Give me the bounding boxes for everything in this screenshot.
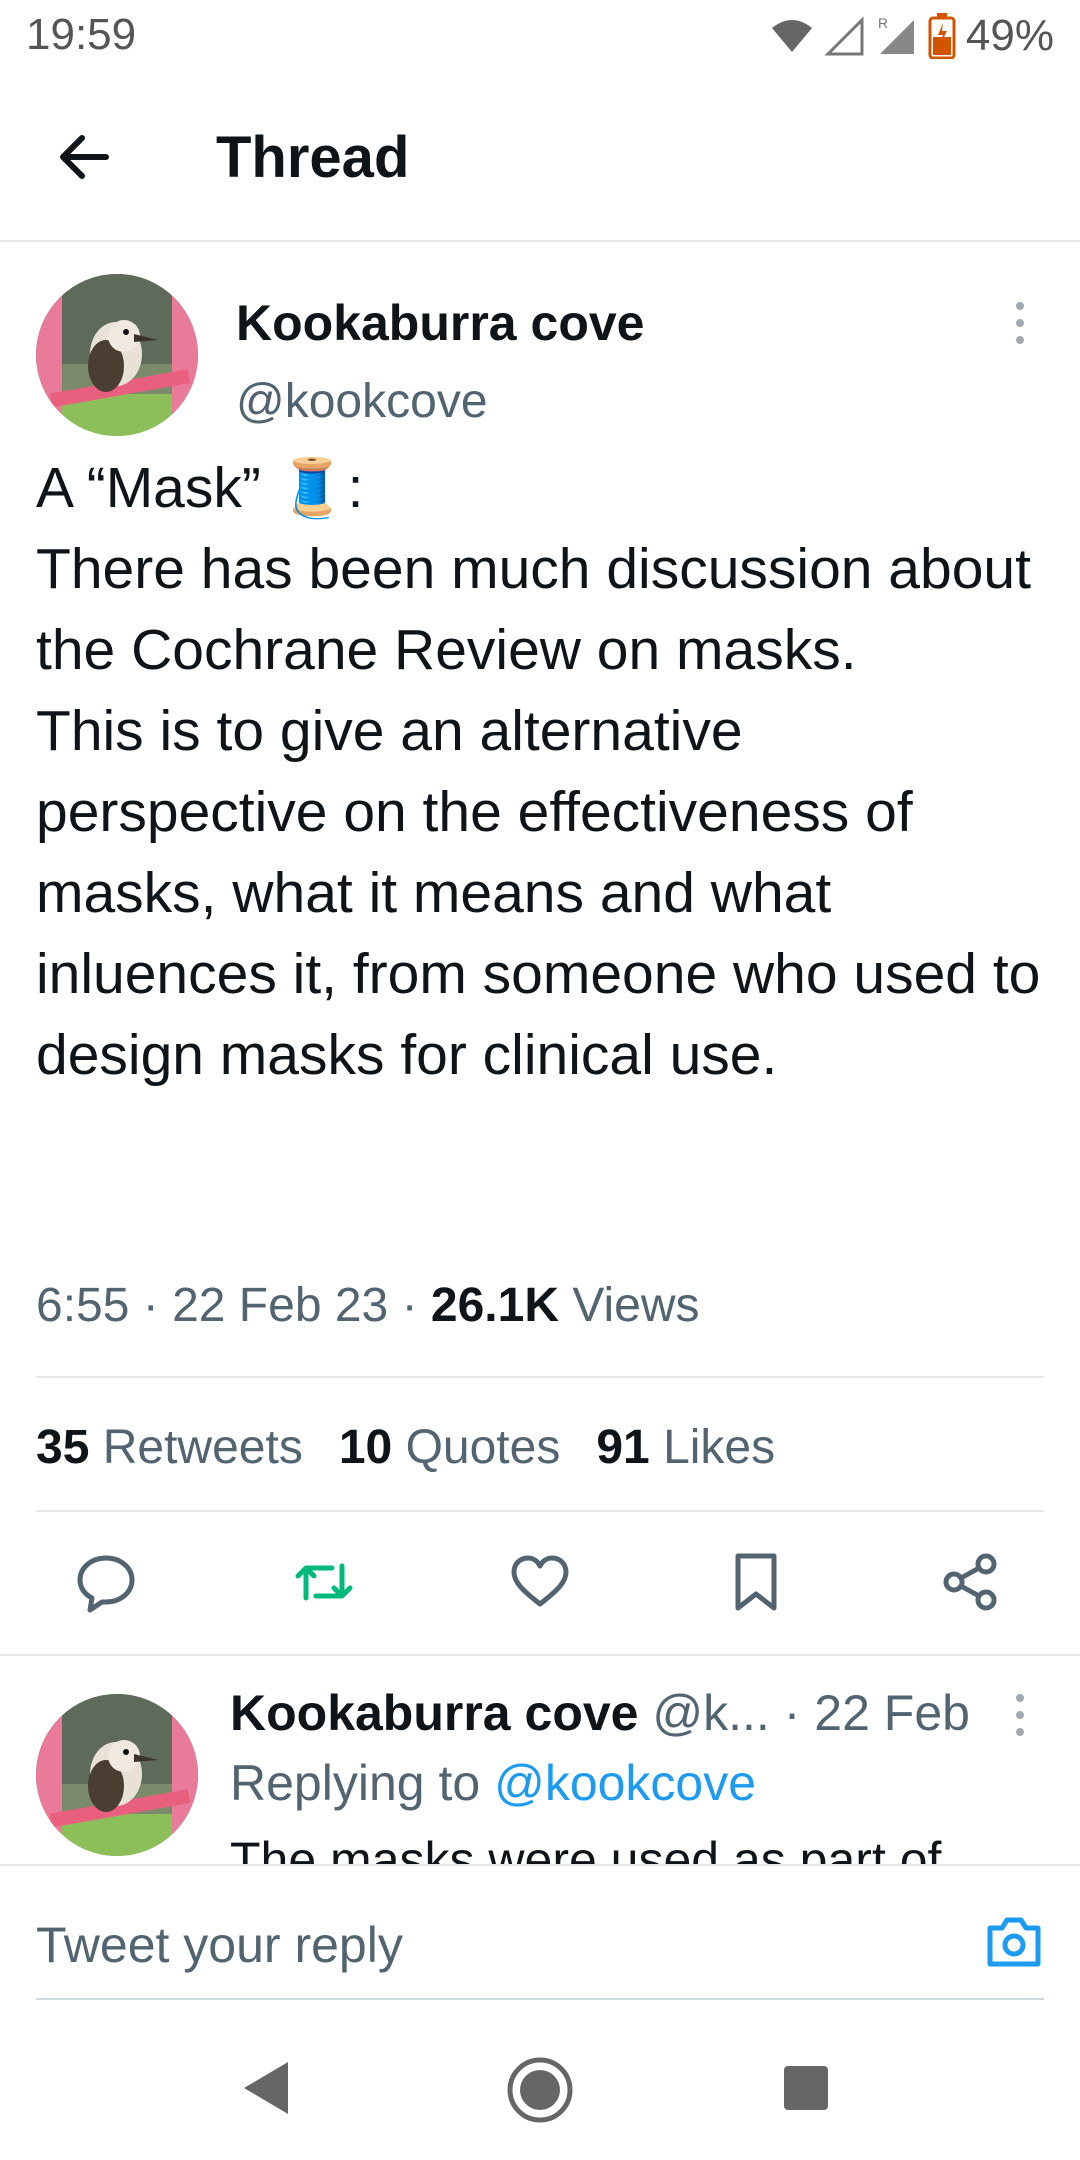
quotes-count: 10 [338, 1421, 393, 1474]
more-vertical-icon [1016, 302, 1024, 344]
share-icon [943, 1553, 997, 1611]
battery-icon [928, 13, 956, 59]
reply-author-name[interactable]: Kookaburra cove [230, 1685, 638, 1741]
back-button[interactable] [50, 122, 120, 192]
bookmark-button[interactable] [716, 1542, 796, 1622]
status-icons: R 49% [770, 10, 1054, 62]
views-label: Views [572, 1279, 700, 1332]
reply-text: The masks were used as part of [230, 1830, 1010, 1864]
divider [0, 1654, 1080, 1656]
tweet-date: 22 Feb 23 [172, 1279, 389, 1332]
nav-home-button[interactable] [506, 2056, 574, 2129]
quotes-label: Quotes [405, 1421, 561, 1474]
page-title: Thread [216, 125, 410, 190]
nav-back-button[interactable] [240, 2058, 292, 2123]
views-count: 26.1K [430, 1279, 559, 1332]
status-bar: 19:59 R 49% [0, 0, 1080, 72]
status-time: 19:59 [26, 10, 137, 59]
top-app-bar: Thread [0, 72, 1080, 242]
share-button[interactable] [930, 1542, 1010, 1622]
divider [36, 1376, 1044, 1378]
camera-button[interactable] [982, 1910, 1046, 1974]
reply-date: · 22 Feb [783, 1685, 970, 1741]
system-navigation-bar [0, 2024, 1080, 2160]
retweets-label: Retweets [102, 1421, 303, 1474]
kookaburra-avatar-image [36, 274, 198, 436]
like-button[interactable] [500, 1542, 580, 1622]
signal-roaming-icon: R [878, 15, 914, 54]
likes-stat[interactable]: 91 Likes [596, 1421, 775, 1474]
wifi-icon [771, 20, 812, 52]
nav-recents-icon [784, 2066, 828, 2110]
more-vertical-icon [1016, 1694, 1024, 1736]
like-icon [511, 1555, 569, 1607]
tweet-time: 6:55 [36, 1279, 130, 1332]
reply-author-handle[interactable]: @k... [652, 1685, 769, 1741]
reply-header: Kookaburra cove @k... · 22 Feb [230, 1684, 990, 1742]
nav-recents-button[interactable] [782, 2064, 830, 2117]
avatar[interactable] [36, 274, 198, 436]
retweets-count: 35 [36, 1421, 90, 1474]
compose-bar: Tweet your reply [0, 1864, 1080, 2026]
nav-back-icon [244, 2062, 288, 2114]
tweet-text: A “Mask” 🧵: There has been much discussi… [36, 448, 1046, 1096]
replying-to: Replying to @kookcove [230, 1754, 756, 1812]
camera-icon [987, 1917, 1041, 1967]
likes-count: 91 [596, 1421, 650, 1474]
kookaburra-avatar-image [36, 1694, 198, 1856]
reply-text-partial: The masks were used as part of [230, 1832, 942, 1864]
bookmark-icon [735, 1553, 777, 1611]
tweet-meta: 6:55 · 22 Feb 23 · 26.1K Views [36, 1279, 700, 1332]
author-name[interactable]: Kookaburra cove [236, 294, 644, 352]
battery-percent: 49% [965, 11, 1054, 60]
likes-label: Likes [663, 1421, 776, 1474]
retweet-icon [295, 1563, 353, 1601]
replying-label: Replying to [230, 1755, 481, 1811]
reply-more-options-button[interactable] [1000, 1690, 1040, 1740]
more-options-button[interactable] [1000, 298, 1040, 348]
divider [36, 1510, 1044, 1512]
back-arrow-icon [60, 135, 109, 179]
replying-to-link[interactable]: @kookcove [494, 1755, 756, 1811]
tweet-text-body: There has been much discussion about the… [36, 537, 1041, 1087]
svg-text:R: R [878, 15, 888, 31]
signal-icon [824, 16, 864, 56]
tweet-text-first-line: A “Mask” 🧵: [36, 456, 364, 520]
engagement-stats: 35 Retweets 10 Quotes 91 Likes [36, 1420, 775, 1475]
reply-input-underline [36, 1998, 1044, 2000]
nav-home-icon [507, 2057, 573, 2123]
reply-input[interactable]: Tweet your reply [36, 1916, 403, 1974]
retweets-stat[interactable]: 35 Retweets [36, 1421, 303, 1474]
reply-icon [77, 1555, 135, 1613]
quotes-stat[interactable]: 10 Quotes [339, 1421, 561, 1474]
retweet-button[interactable] [284, 1542, 364, 1622]
author-handle[interactable]: @kookcove [236, 374, 488, 429]
reply-button[interactable] [66, 1542, 146, 1622]
reply-avatar[interactable] [36, 1694, 198, 1856]
